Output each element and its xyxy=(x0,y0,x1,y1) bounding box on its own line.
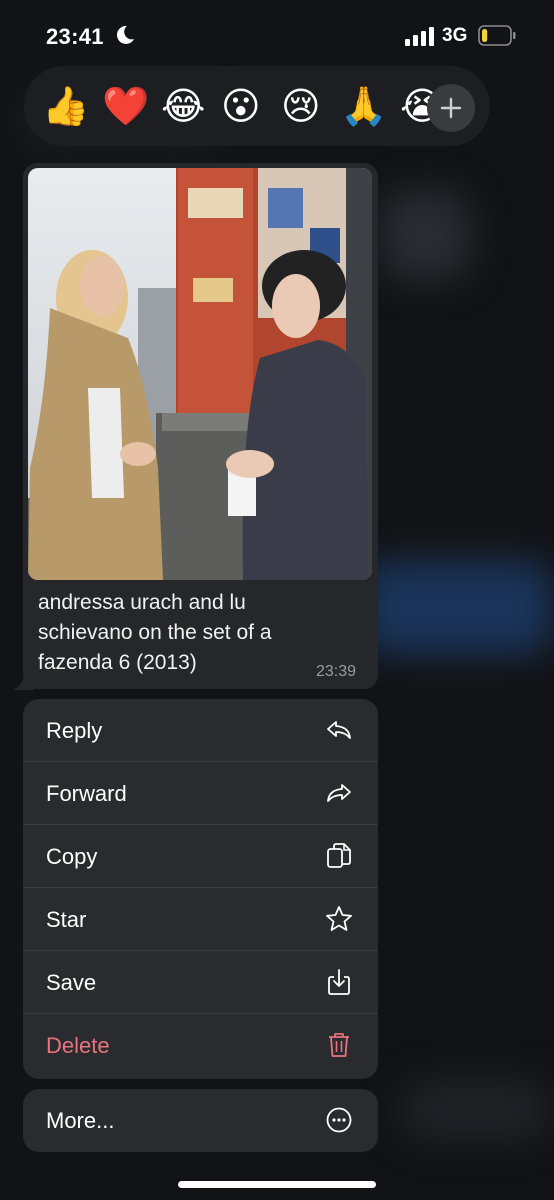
menu-item-copy[interactable]: Copy xyxy=(23,825,378,888)
reaction-bar: 👍 ❤️ 😂 😮 😢 🙏 😭 xyxy=(24,66,490,146)
menu-item-label: Forward xyxy=(46,781,127,806)
battery-icon xyxy=(478,25,516,46)
status-bar: 23:41 3G xyxy=(0,0,554,70)
background-blur xyxy=(400,1080,550,1140)
moon-icon xyxy=(116,25,134,44)
more-icon xyxy=(326,1107,352,1133)
message-timestamp: 23:39 xyxy=(316,663,357,680)
menu-item-label: Star xyxy=(46,907,87,932)
background-blur xyxy=(360,560,554,655)
menu-item-reply[interactable]: Reply xyxy=(23,699,378,762)
menu-item-save[interactable]: Save xyxy=(23,951,378,1014)
menu-item-forward[interactable]: Forward xyxy=(23,762,378,825)
menu-item-more[interactable]: More... xyxy=(23,1089,378,1152)
menu-item-label: Delete xyxy=(46,1033,110,1058)
photo-illustration xyxy=(28,168,372,580)
more-reactions-button[interactable] xyxy=(427,84,475,132)
plus-icon xyxy=(440,97,462,119)
message-caption: andressa urach and lu schievano on the s… xyxy=(38,591,272,674)
network-type: 3G xyxy=(442,25,468,46)
menu-item-star[interactable]: Star xyxy=(23,888,378,951)
home-indicator[interactable] xyxy=(178,1181,376,1188)
crying-reaction[interactable]: 😢 xyxy=(281,84,321,128)
background-blur xyxy=(380,190,470,280)
menu-item-label: Copy xyxy=(46,844,98,869)
message-photo[interactable] xyxy=(28,168,372,580)
status-time: 23:41 xyxy=(46,24,104,49)
copy-icon xyxy=(327,843,351,868)
reply-icon xyxy=(327,721,351,739)
red-heart-reaction[interactable]: ❤️ xyxy=(102,84,149,128)
save-icon xyxy=(328,969,350,995)
surprised-reaction[interactable]: 😮 xyxy=(221,84,261,128)
menu-item-label: Reply xyxy=(46,718,103,743)
thumbs-up-reaction[interactable]: 👍 xyxy=(42,84,89,128)
folded-hands-reaction[interactable]: 🙏 xyxy=(340,84,387,128)
menu-item-label: More... xyxy=(46,1108,115,1133)
trash-icon xyxy=(329,1033,349,1057)
forward-icon xyxy=(327,784,351,802)
menu-item-label: Save xyxy=(46,970,97,995)
tears-of-joy-reaction[interactable]: 😂 xyxy=(161,84,205,128)
signal-icon xyxy=(405,27,434,46)
context-menu: Reply Forward Copy Star Save Delete xyxy=(23,699,378,1079)
star-icon xyxy=(326,906,352,931)
menu-item-delete[interactable]: Delete xyxy=(23,1014,378,1077)
